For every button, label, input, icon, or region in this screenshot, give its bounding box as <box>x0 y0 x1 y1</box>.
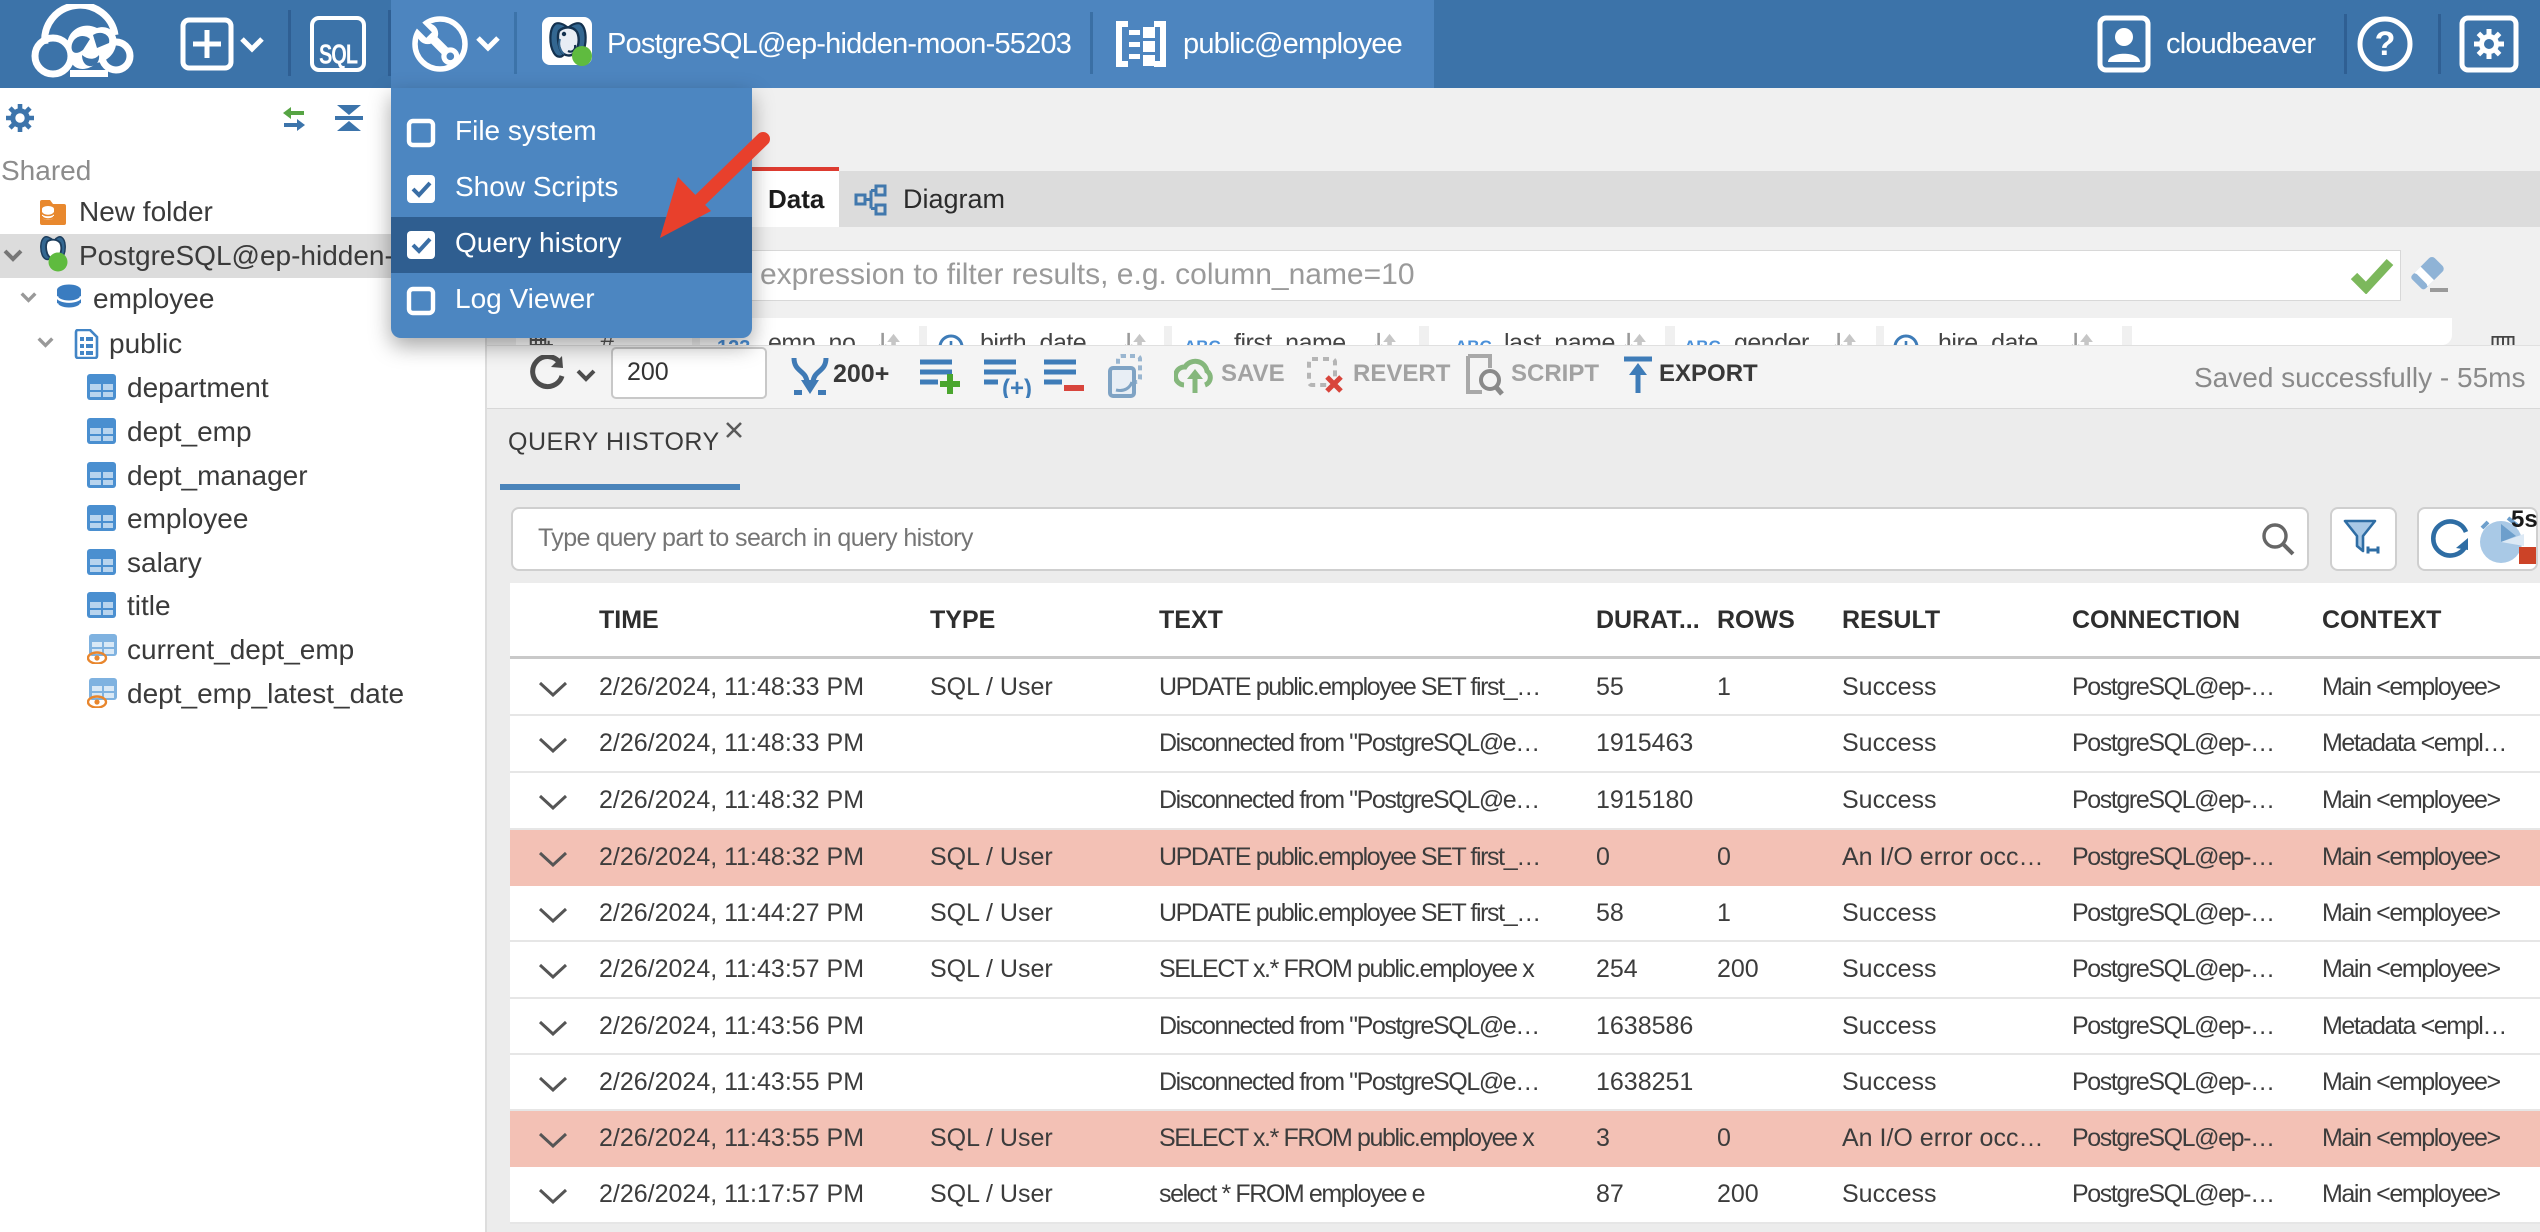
svg-text:(+): (+) <box>1002 375 1032 398</box>
svg-text:?: ? <box>2375 25 2396 63</box>
svg-text:5s: 5s <box>2511 510 2538 533</box>
svg-text:SQL: SQL <box>319 39 358 70</box>
